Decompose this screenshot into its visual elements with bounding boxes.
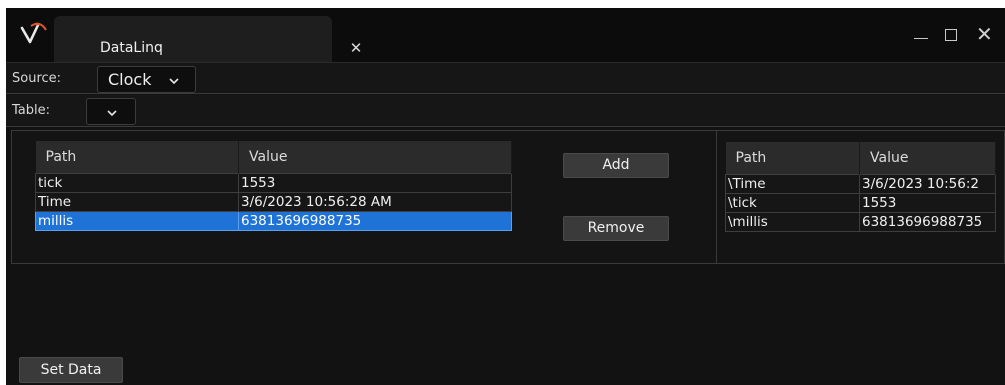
- value-cell[interactable]: 1553: [238, 172, 512, 193]
- value-cell[interactable]: 3/6/2023 10:56:28 AM: [238, 191, 512, 212]
- column-header-path[interactable]: Path: [725, 142, 860, 174]
- grid-row[interactable]: Time 3/6/2023 10:56:28 AM: [35, 191, 512, 212]
- column-header-path[interactable]: Path: [35, 141, 239, 173]
- minimize-icon: [914, 38, 928, 39]
- grid-row[interactable]: \tick 1553: [725, 192, 996, 213]
- path-cell[interactable]: millis: [35, 210, 239, 231]
- value-cell[interactable]: 1553: [859, 192, 996, 213]
- target-panel: Path Value \Time 3/6/2023 10:56:2 \tick …: [716, 130, 1005, 264]
- path-cell[interactable]: tick: [35, 172, 239, 193]
- target-grid: Path Value \Time 3/6/2023 10:56:2 \tick …: [725, 142, 996, 232]
- tab-close-icon[interactable]: ✕: [346, 38, 366, 58]
- path-cell[interactable]: \millis: [725, 211, 860, 232]
- value-cell[interactable]: 63813696988735: [859, 211, 996, 232]
- close-icon: ✕: [976, 22, 993, 46]
- column-header-value[interactable]: Value: [859, 142, 996, 174]
- datalinq-window: DataLinq ✕ ✕ Source: Clock Table: Path V…: [6, 8, 1005, 385]
- table-row-selector: Table:: [6, 95, 1005, 127]
- chevron-down-icon: [169, 78, 179, 85]
- title-bar: DataLinq ✕ ✕: [6, 8, 1005, 64]
- grid-row[interactable]: \millis 63813696988735: [725, 211, 996, 232]
- tab-datalinq[interactable]: DataLinq ✕: [54, 16, 362, 64]
- grid-row-selected[interactable]: millis 63813696988735: [35, 210, 512, 231]
- tab-title: DataLinq: [100, 40, 163, 56]
- path-cell[interactable]: \Time: [725, 173, 860, 194]
- source-value: Clock: [108, 70, 152, 89]
- column-header-value[interactable]: Value: [238, 141, 512, 173]
- set-data-button[interactable]: Set Data: [19, 357, 123, 383]
- path-cell[interactable]: \tick: [725, 192, 860, 213]
- grid-row[interactable]: tick 1553: [35, 172, 512, 193]
- table-dropdown[interactable]: [86, 98, 136, 125]
- grid-row[interactable]: \Time 3/6/2023 10:56:2: [725, 173, 996, 194]
- path-cell[interactable]: Time: [35, 191, 239, 212]
- table-label: Table:: [12, 103, 50, 118]
- source-panel: Path Value tick 1553 Time 3/6/2023 10:56…: [11, 130, 718, 264]
- add-button[interactable]: Add: [563, 153, 669, 178]
- chevron-down-icon: [107, 110, 117, 117]
- value-cell[interactable]: 3/6/2023 10:56:2: [859, 173, 996, 194]
- source-label: Source:: [12, 71, 62, 86]
- source-grid: Path Value tick 1553 Time 3/6/2023 10:56…: [35, 141, 512, 231]
- close-window-button[interactable]: ✕: [970, 22, 1005, 50]
- remove-button[interactable]: Remove: [563, 216, 669, 241]
- source-dropdown[interactable]: Clock: [97, 66, 196, 93]
- maximize-icon: [945, 29, 957, 41]
- source-row: Source: Clock: [6, 62, 1005, 94]
- maximize-button[interactable]: [934, 22, 970, 50]
- value-cell[interactable]: 63813696988735: [238, 210, 512, 231]
- app-logo-icon: [20, 22, 47, 44]
